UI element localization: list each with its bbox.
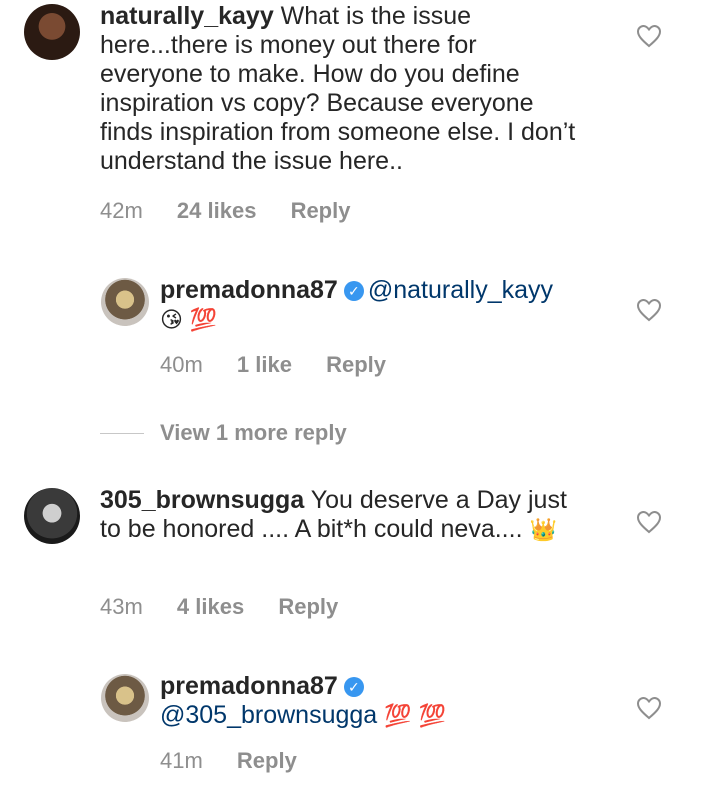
comment-mention[interactable]: @naturally_kayy (368, 276, 553, 304)
comment-mention[interactable]: @305_brownsugga (160, 701, 377, 729)
avatar[interactable] (24, 4, 80, 60)
view-replies-line (100, 433, 144, 434)
comment-meta: 41m Reply (160, 748, 325, 774)
reply-button[interactable]: Reply (237, 748, 297, 773)
comment-username[interactable]: premadonna87 (160, 672, 338, 700)
comment-body: premadonna87 ✓ @naturally_kayy 😘 💯 (160, 276, 600, 334)
comment-username[interactable]: premadonna87 (160, 276, 338, 304)
avatar[interactable] (101, 674, 149, 722)
reply-premadonna87-2: premadonna87 ✓ @305_brownsugga 💯 💯 41m Re… (0, 666, 702, 800)
comment-username[interactable]: naturally_kayy (100, 2, 274, 30)
heart-icon[interactable] (636, 696, 662, 720)
comment-naturally-kayy: naturally_kayy What is the issue here...… (0, 0, 702, 240)
heart-icon[interactable] (636, 510, 662, 534)
avatar[interactable] (24, 488, 80, 544)
reply-button[interactable]: Reply (291, 198, 351, 223)
heart-icon[interactable] (636, 298, 662, 322)
comment-likes[interactable]: 24 likes (177, 198, 257, 223)
verified-badge-icon: ✓ (343, 677, 364, 697)
comment-username[interactable]: 305_brownsugga (100, 486, 304, 514)
comment-meta: 43m 4 likes Reply (100, 594, 366, 620)
comment-likes[interactable]: 1 like (237, 352, 292, 377)
avatar[interactable] (101, 278, 149, 326)
reply-premadonna87-1: premadonna87 ✓ @naturally_kayy 😘 💯 40m 1 l… (0, 270, 702, 400)
crown-emoji: 👑 (529, 517, 557, 542)
comment-time: 42m (100, 198, 143, 223)
comment-meta: 42m 24 likes Reply (100, 198, 378, 224)
heart-icon[interactable] (636, 24, 662, 48)
hundred-emoji: 💯 (189, 307, 218, 332)
comment-305-brownsugga: 305_brownsugga You deserve a Day just to… (0, 480, 702, 630)
comment-likes[interactable]: 4 likes (177, 594, 244, 619)
hundred-emoji: 💯 (384, 703, 412, 728)
comment-time: 41m (160, 748, 203, 773)
comment-body: naturally_kayy What is the issue here...… (100, 2, 580, 176)
reply-button[interactable]: Reply (326, 352, 386, 377)
view-more-replies-button[interactable]: View 1 more reply (160, 420, 347, 446)
comment-body: premadonna87 ✓ @305_brownsugga 💯 💯 (160, 672, 600, 730)
hundred-emoji-2: 💯 (418, 703, 446, 728)
verified-badge-icon: ✓ (343, 281, 364, 301)
kiss-emoji: 😘 (160, 307, 183, 332)
comment-time: 40m (160, 352, 203, 377)
comment-time: 43m (100, 594, 143, 619)
reply-button[interactable]: Reply (278, 594, 338, 619)
comment-meta: 40m 1 like Reply (160, 352, 414, 378)
comment-body: 305_brownsugga You deserve a Day just to… (100, 486, 580, 544)
